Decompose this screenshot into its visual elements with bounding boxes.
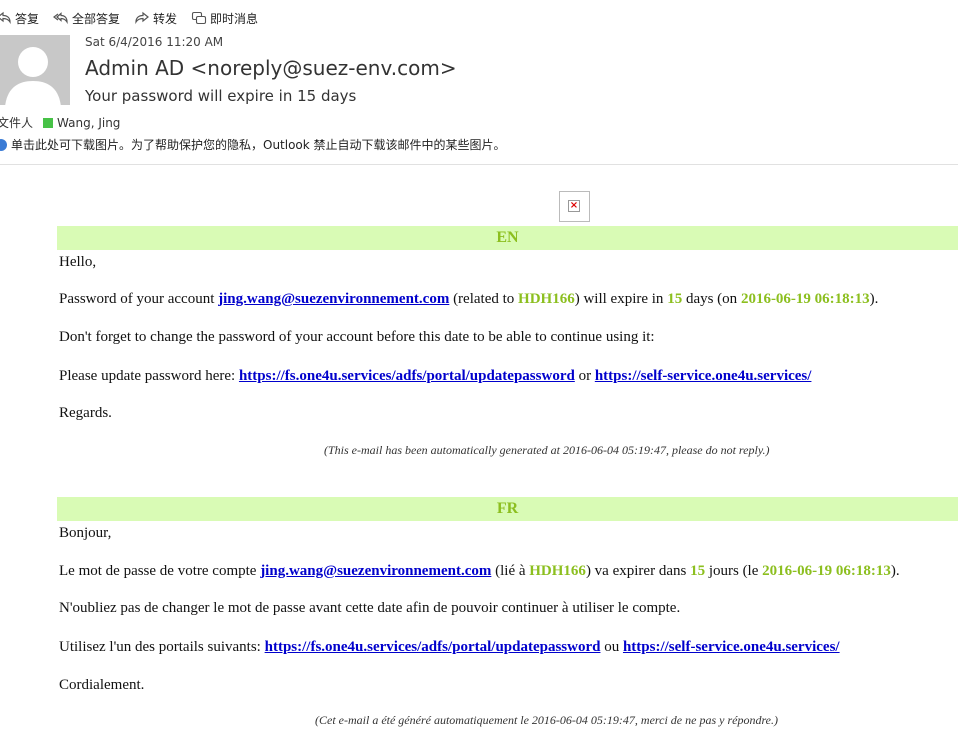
en-greeting: Hello,	[59, 254, 97, 270]
reply-all-label: 全部答复	[72, 11, 121, 26]
fr-expiry-text: (lié à	[491, 563, 530, 579]
en-portal-link[interactable]: https://fs.one4u.services/adfs/portal/up…	[239, 368, 575, 384]
forward-button[interactable]: 转发	[134, 10, 177, 27]
en-expiry-date: 2016-06-19 06:18:13	[740, 291, 870, 307]
en-update-text: Please update password here:	[59, 368, 239, 384]
fr-expiry-text: ) va expirer dans	[585, 563, 691, 579]
fr-self-service-link[interactable]: https://self-service.one4u.services/	[623, 639, 840, 655]
presence-indicator	[43, 117, 54, 128]
fr-update-line: Utilisez l'un des portails suivants: htt…	[59, 639, 840, 656]
reply-all-button[interactable]: 全部答复	[53, 10, 120, 27]
recipient-row: 文件人 Wang, Jing	[0, 114, 120, 131]
header-separator	[0, 164, 958, 165]
blocked-image-placeholder[interactable]: ×	[559, 191, 590, 222]
reply-button[interactable]: 答复	[0, 10, 39, 27]
reply-all-icon	[53, 10, 69, 26]
fr-expiry-text: jours (le	[705, 563, 763, 579]
en-heading: EN	[57, 226, 958, 250]
en-expiry-text: ).	[869, 291, 879, 307]
fr-expiry-line: Le mot de passe de votre compte jing.wan…	[59, 563, 900, 580]
fr-portal-link[interactable]: https://fs.one4u.services/adfs/portal/up…	[265, 639, 601, 655]
en-account-code: HDH166	[518, 291, 575, 307]
message-subject: Your password will expire in 15 days	[85, 87, 357, 105]
fr-footer-note: (Cet e-mail a été généré automatiquement…	[315, 713, 778, 727]
forward-icon	[134, 10, 150, 26]
fr-days: 15	[690, 563, 706, 579]
fr-expiry-text: Le mot de passe de votre compte	[59, 563, 261, 579]
en-expiry-line: Password of your account jing.wang@sueze…	[59, 291, 878, 308]
en-update-text: or	[574, 368, 595, 384]
en-account-link[interactable]: jing.wang@suezenvironnement.com	[218, 291, 449, 307]
en-days: 15	[667, 291, 683, 307]
forward-label: 转发	[153, 11, 178, 26]
sender-avatar	[0, 35, 70, 105]
fr-expiry-text: ).	[890, 563, 900, 579]
message-date: Sat 6/4/2016 11:20 AM	[85, 35, 224, 49]
en-self-service-link[interactable]: https://self-service.one4u.services/	[595, 368, 812, 384]
reply-label: 答复	[15, 11, 40, 26]
fr-update-text: Utilisez l'un des portails suivants:	[59, 639, 265, 655]
info-icon	[0, 138, 7, 151]
broken-image-icon: ×	[568, 200, 580, 212]
download-pictures-bar[interactable]: 单击此处可下载图片。为了帮助保护您的隐私，Outlook 禁止自动下载该邮件中的…	[0, 136, 506, 153]
person-icon	[5, 47, 61, 105]
reading-pane-toolbar: 答复 全部答复 转发 即时消息	[0, 9, 272, 27]
chat-icon	[191, 10, 207, 26]
fr-account-code: HDH166	[529, 563, 586, 579]
en-expiry-text: ) will expire in	[574, 291, 668, 307]
reply-icon	[0, 10, 12, 26]
im-label: 即时消息	[210, 11, 259, 26]
sender-name[interactable]: Admin AD <noreply@suez-env.com>	[85, 56, 457, 80]
en-reminder: Don't forget to change the password of y…	[59, 329, 655, 345]
recipient-label: 文件人	[0, 116, 34, 130]
en-update-line: Please update password here: https://fs.…	[59, 368, 811, 385]
fr-heading: FR	[57, 497, 958, 521]
fr-update-text: ou	[600, 639, 623, 655]
recipient-name[interactable]: Wang, Jing	[57, 116, 120, 130]
fr-expiry-date: 2016-06-19 06:18:13	[762, 563, 891, 579]
fr-account-link[interactable]: jing.wang@suezenvironnement.com	[260, 563, 491, 579]
fr-reminder: N'oubliez pas de changer le mot de passe…	[59, 600, 681, 616]
download-pictures-text: 单击此处可下载图片。为了帮助保护您的隐私，Outlook 禁止自动下载该邮件中的…	[11, 138, 506, 152]
en-expiry-text: Password of your account	[59, 291, 219, 307]
en-footer-note: (This e-mail has been automatically gene…	[324, 443, 770, 457]
en-expiry-text: days (on	[682, 291, 741, 307]
im-button[interactable]: 即时消息	[191, 10, 258, 27]
en-closing: Regards.	[59, 405, 112, 421]
fr-closing: Cordialement.	[59, 677, 145, 693]
en-expiry-text: (related to	[449, 291, 519, 307]
fr-greeting: Bonjour,	[59, 525, 112, 541]
